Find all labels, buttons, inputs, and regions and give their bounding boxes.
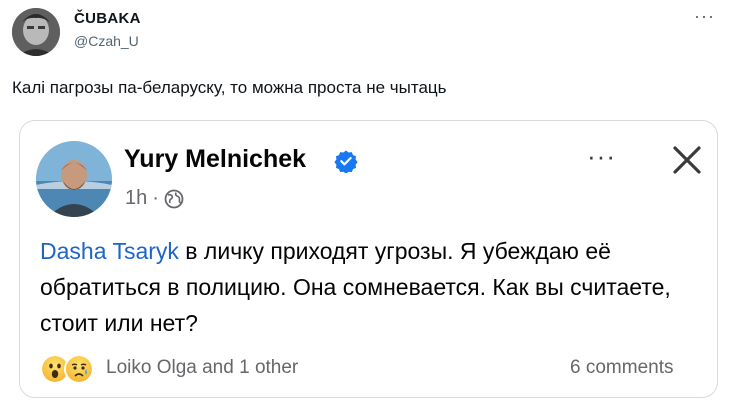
quoted-post-card[interactable]: Yury Melnichek 1h · ··· Dasha Tsaryk в л…	[19, 120, 718, 398]
tweet-more-button[interactable]: ···	[694, 6, 715, 27]
meta-separator: ·	[152, 187, 159, 209]
post-meta: 1h ·	[125, 187, 184, 210]
post-time[interactable]: 1h	[125, 187, 147, 210]
close-icon[interactable]	[670, 143, 704, 177]
tweet-text: Калі пагрозы па-беларуску, то можна прос…	[12, 78, 447, 97]
comments-count[interactable]: 6 comments	[570, 357, 673, 379]
post-author-name[interactable]: Yury Melnichek	[124, 145, 306, 174]
tweet-author-name[interactable]: ČUBAKA	[74, 10, 141, 27]
globe-icon	[164, 189, 184, 208]
reactors-summary[interactable]: Loiko Olga and 1 other	[106, 357, 298, 379]
tweet-author-handle[interactable]: @Czah_U	[74, 33, 139, 49]
post-more-button[interactable]: ···	[587, 143, 616, 169]
tweet-author-avatar[interactable]	[12, 8, 60, 56]
sad-emoji-icon	[64, 354, 94, 384]
post-author-avatar[interactable]	[36, 141, 112, 217]
mention-link[interactable]: Dasha Tsaryk	[40, 238, 179, 264]
post-body: Dasha Tsaryk в личку приходят угрозы. Я …	[40, 233, 710, 341]
verified-badge-icon	[334, 150, 358, 173]
reaction-icons[interactable]	[40, 354, 94, 384]
